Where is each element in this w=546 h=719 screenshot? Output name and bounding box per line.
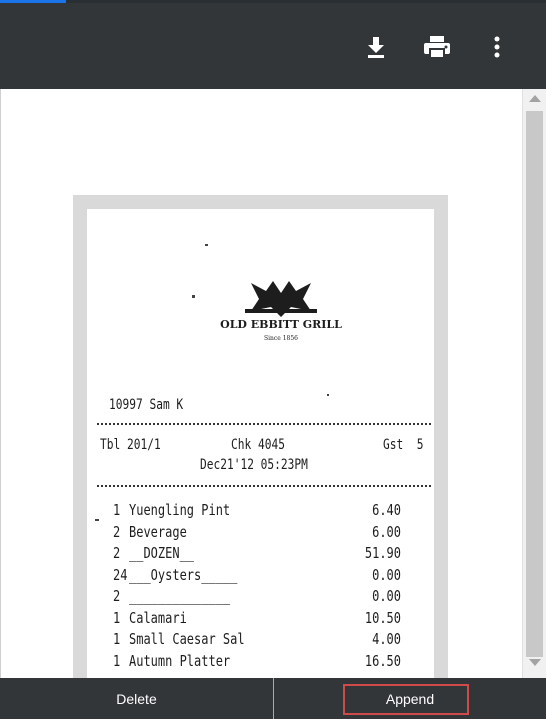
scroll-up-arrow-icon[interactable]	[529, 95, 541, 102]
restaurant-logo: OLD EBBITT GRILL Since 1856	[220, 281, 342, 342]
item-description: Yuengling Pint	[129, 501, 231, 519]
receipt-line-item: 2 ______________ 0.00	[113, 587, 401, 607]
receipt-line-item: 2 __DOZEN__ 51.90	[113, 544, 401, 564]
document-page-frame: OLD EBBITT GRILL Since 1856 10997 Sam K …	[73, 195, 448, 678]
print-button[interactable]	[421, 31, 453, 63]
item-description: Small Caesar Sal	[129, 630, 245, 648]
item-description: Beverage	[129, 522, 187, 541]
receipt-line-item: 1 Small Caesar Sal 4.00	[113, 630, 401, 650]
receipt-datetime: Dec21'12 05:23PM	[200, 457, 308, 473]
server-line: 10997 Sam K	[109, 397, 184, 413]
guest-label: Gst 5	[383, 437, 424, 453]
receipt-line-item: 24 ___Oysters_____ 0.00	[113, 565, 401, 586]
item-amount: 4.00	[372, 630, 401, 648]
receipt-divider	[97, 423, 431, 425]
item-quantity: 2	[113, 587, 121, 605]
more-vert-icon	[494, 36, 500, 58]
scroll-down-arrow-icon[interactable]	[529, 659, 541, 666]
append-button[interactable]: Append	[274, 678, 546, 719]
item-amount: 6.00	[372, 522, 401, 541]
more-options-button[interactable]	[481, 31, 513, 63]
delete-button[interactable]: Delete	[0, 678, 273, 719]
logo-subtext: Since 1856	[264, 335, 298, 342]
check-label: Chk 4045	[231, 437, 285, 453]
item-amount: 0.00	[372, 565, 401, 584]
item-quantity: 1	[113, 501, 121, 519]
item-amount: 16.50	[364, 651, 401, 670]
item-amount: 51.90	[364, 544, 401, 562]
receipt-line-item: 1 Calamari 10.50	[113, 608, 401, 629]
item-amount: 0.00	[372, 587, 401, 605]
print-icon	[424, 36, 450, 59]
download-icon	[368, 37, 384, 58]
item-quantity: 2	[113, 522, 121, 541]
item-amount: 10.50	[364, 608, 401, 627]
receipt-divider	[97, 485, 431, 487]
table-label: Tbl 201/1	[100, 437, 161, 453]
item-description: ______________	[129, 587, 231, 605]
action-footer: Delete Append	[0, 678, 546, 719]
viewer-toolbar	[0, 3, 546, 89]
receipt-line-item: 1 Autumn Platter 16.50	[113, 651, 401, 672]
receipt-image: OLD EBBITT GRILL Since 1856 10997 Sam K …	[87, 209, 434, 678]
item-description: ___Oysters_____	[129, 565, 238, 584]
document-viewer[interactable]: OLD EBBITT GRILL Since 1856 10997 Sam K …	[0, 89, 522, 678]
vertical-scrollbar[interactable]	[522, 89, 546, 678]
item-quantity: 24	[113, 565, 128, 584]
receipt-line-item: 1 Yuengling Pint 6.40	[113, 501, 401, 521]
item-description: Autumn Platter	[129, 651, 231, 670]
item-amount: 6.40	[372, 501, 401, 519]
item-quantity: 1	[113, 651, 121, 670]
item-description: __DOZEN__	[129, 544, 195, 562]
receipt-line-item: 2 Beverage 6.00	[113, 522, 401, 543]
download-button[interactable]	[360, 31, 392, 63]
item-quantity: 2	[113, 544, 121, 562]
scroll-thumb[interactable]	[526, 111, 543, 657]
item-description: Calamari	[129, 608, 187, 627]
logo-text: OLD EBBITT GRILL	[220, 318, 342, 331]
item-quantity: 1	[113, 630, 121, 648]
item-quantity: 1	[113, 608, 121, 627]
